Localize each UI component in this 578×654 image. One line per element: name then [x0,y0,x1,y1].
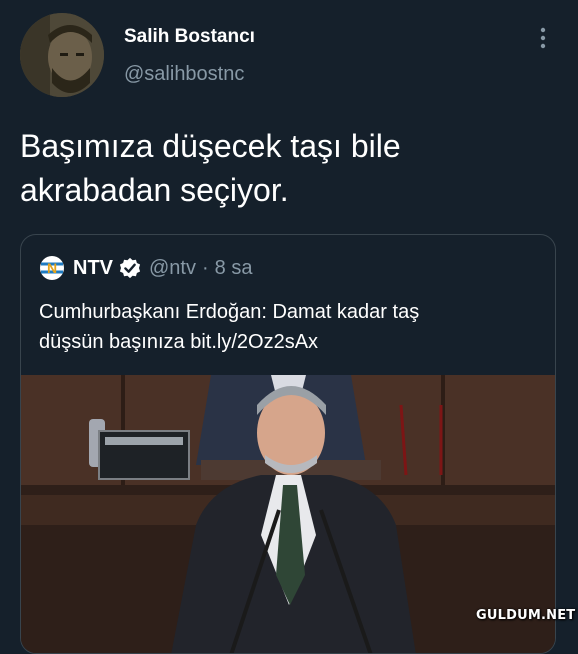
quoted-tweet-header: N NTV @ntv · 8 sa [39,255,252,281]
quoted-tweet-text: Cumhurbaşkanı Erdoğan: Damat kadar taş d… [39,297,539,357]
quoted-tweet-time: 8 sa [214,256,253,279]
tweet-text-line: Başımıza düşecek taşı bile [20,128,401,164]
quoted-tweet-card[interactable]: N NTV @ntv · 8 sa Cumhurbaşkanı Erdoğan:… [20,234,556,654]
svg-text:N: N [47,260,57,276]
tweet-text: Başımıza düşecek taşı bile akrabadan seç… [20,124,540,212]
watermark: GULDUM.NET [476,608,576,623]
vertical-ellipsis-icon [540,27,546,49]
tweet-text-line: akrabadan seçiyor. [20,172,289,208]
author-avatar[interactable] [20,13,104,97]
quoted-text-line: düşsün başınıza bit.ly/2Oz2sAx [39,331,319,353]
author-name[interactable]: Salih Bostancı [124,26,255,48]
avatar-photo [20,13,104,97]
author-handle[interactable]: @salihbostnc [124,63,244,86]
separator-dot: · [201,256,209,279]
ntv-logo-icon: N [40,256,64,280]
quoted-text-line: Cumhurbaşkanı Erdoğan: Damat kadar taş [39,301,420,323]
verified-badge-icon [119,257,141,279]
more-options-button[interactable] [530,22,556,54]
quoted-author-name: NTV [73,256,113,279]
quoted-author-handle: @ntv [149,256,196,279]
